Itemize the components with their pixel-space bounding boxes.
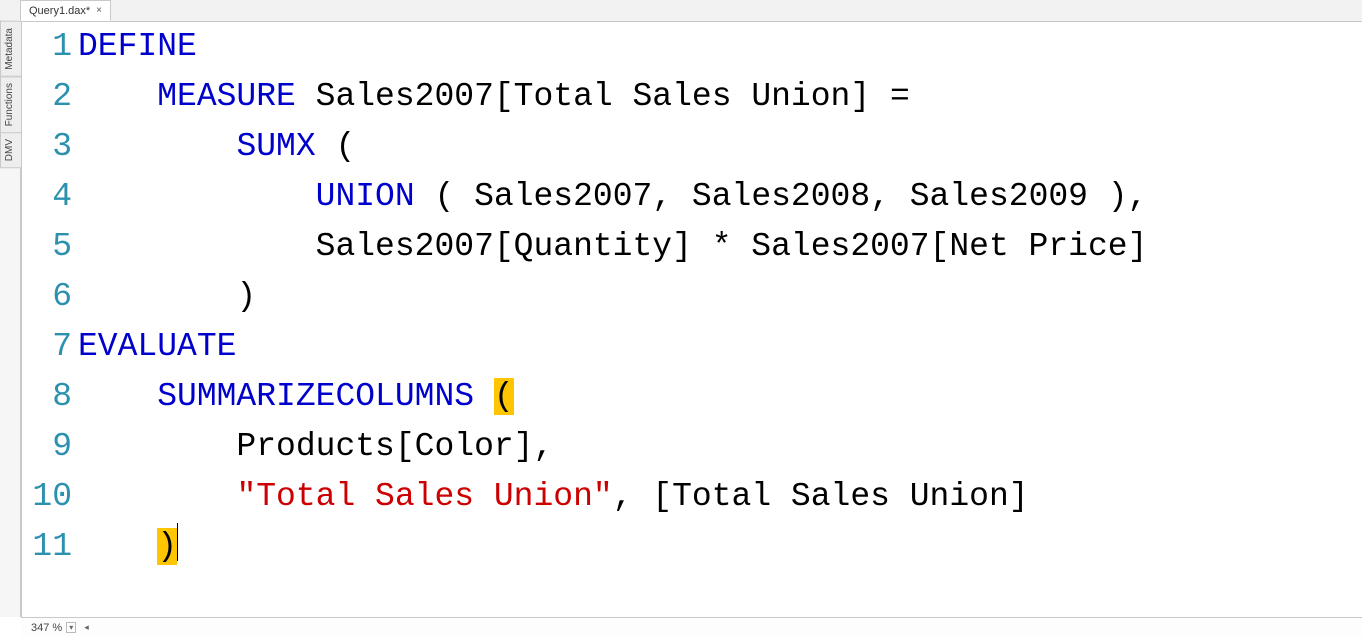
zoom-dropdown-icon[interactable]: ▾ (66, 622, 76, 633)
zoom-level: 347 % (31, 622, 62, 634)
status-bar: 347 % ▾ ◂ (21, 617, 1362, 637)
line-number-gutter: 1 2 3 4 5 6 7 8 9 10 11 (21, 22, 78, 572)
file-tab-label: Query1.dax* (29, 1, 90, 21)
scroll-left-icon[interactable]: ◂ (84, 622, 89, 633)
code-content[interactable]: DEFINE MEASURE Sales2007[Total Sales Uni… (78, 22, 1362, 572)
side-rail: Metadata Functions DMV (0, 22, 21, 617)
tab-bar: Query1.dax* × (0, 0, 1362, 22)
close-icon[interactable]: × (96, 1, 102, 21)
file-tab[interactable]: Query1.dax* × (20, 0, 111, 21)
side-tab-dmv[interactable]: DMV (0, 132, 21, 168)
code-editor[interactable]: 1 2 3 4 5 6 7 8 9 10 11 DEFINE MEASURE S… (21, 22, 1362, 617)
side-tab-functions[interactable]: Functions (0, 76, 21, 133)
side-tab-metadata[interactable]: Metadata (0, 21, 21, 77)
